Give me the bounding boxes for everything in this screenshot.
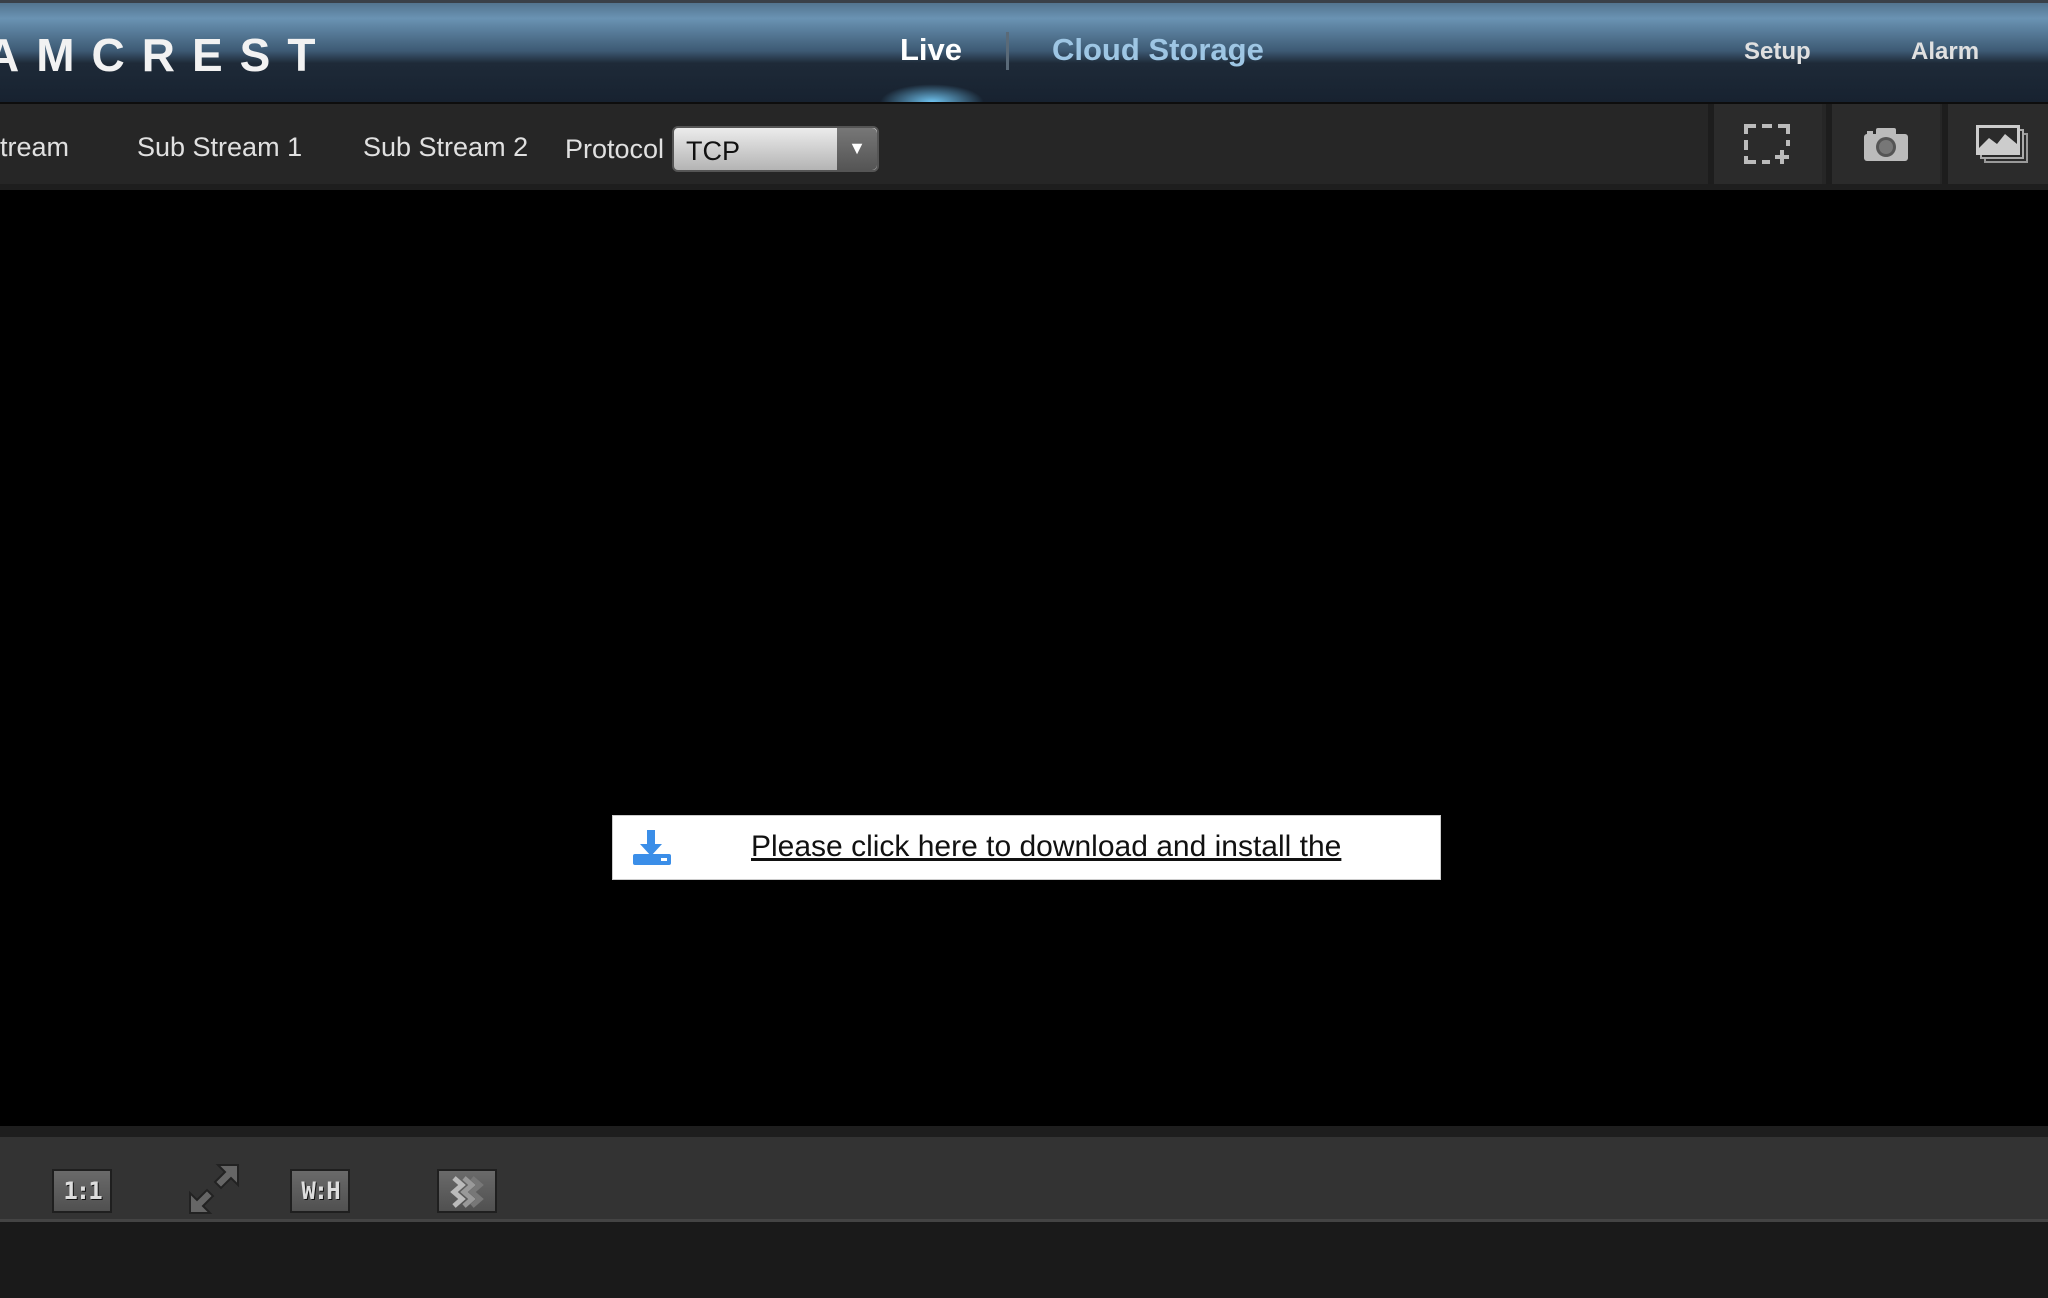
chevron-down-icon[interactable]: ▼ [837,128,877,170]
header: AMCREST Live Cloud Storage Setup Alarm [0,0,2048,104]
active-tab-glow [880,84,984,102]
plugin-download-banner[interactable]: Please click here to download and instal… [612,815,1441,880]
video-area: Please click here to download and instal… [0,190,2048,1126]
aspect-ratio-button[interactable]: W:H [290,1169,350,1213]
camera-icon [1864,128,1908,161]
snapshot-button[interactable] [1826,104,1940,184]
fluency-icon [450,1176,484,1208]
nav-setup[interactable]: Setup [1744,38,1811,66]
download-plugin-link[interactable]: Please click here to download and instal… [751,830,1341,864]
protocol-value: TCP [686,136,740,166]
nav-cloud-storage[interactable]: Cloud Storage [1052,32,1264,68]
toolbar: tream Sub Stream 1 Sub Stream 2 Protocol… [0,104,2048,190]
gallery-icon [1976,125,2028,163]
sub-stream-1-tab[interactable]: Sub Stream 1 [137,132,302,163]
original-size-button[interactable]: 1:1 [52,1169,112,1213]
protocol-select[interactable]: TCP ▼ [672,126,879,172]
logo: AMCREST [0,29,333,81]
fluency-button[interactable] [437,1169,497,1213]
fullscreen-icon[interactable] [188,1163,240,1215]
nav-alarm[interactable]: Alarm [1911,38,1979,66]
sub-stream-2-tab[interactable]: Sub Stream 2 [363,132,528,163]
nav-divider [1006,32,1009,70]
main-stream-tab[interactable]: tream [0,132,69,163]
protocol-label: Protocol [565,134,665,164]
header-top-line [0,0,2048,3]
download-icon [633,830,671,865]
region-zoom-button[interactable] [1708,104,1822,184]
gallery-button[interactable] [1942,104,2048,184]
region-zoom-icon [1744,124,1790,164]
nav-live[interactable]: Live [900,32,962,68]
bottom-toolbar: 1:1 W:H [0,1126,2048,1222]
